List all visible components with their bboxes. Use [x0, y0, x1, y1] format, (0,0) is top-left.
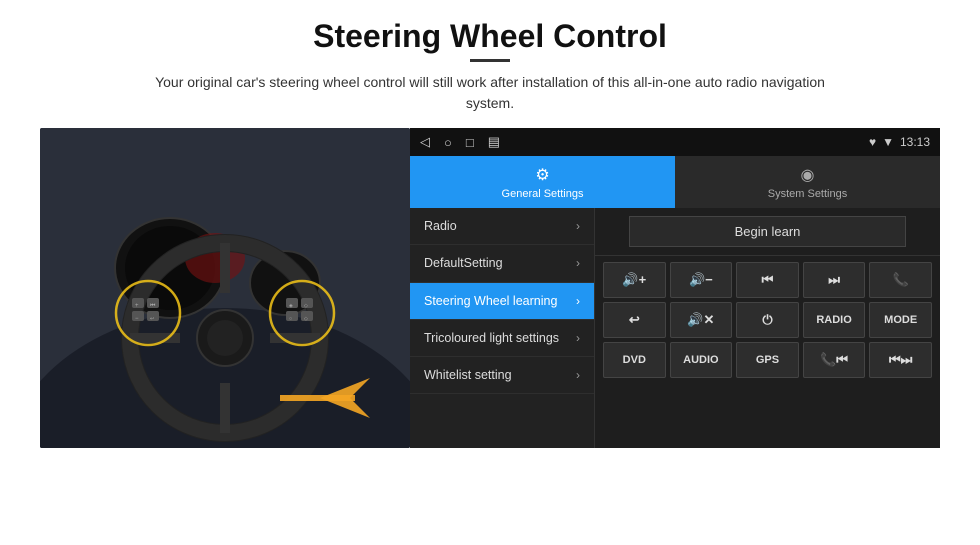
svg-text:↩: ↩ — [150, 316, 154, 322]
right-panel: Begin learn 🔊+ 🔊− ⏮ ⏭ 📞 — [595, 208, 940, 448]
svg-text:◇: ◇ — [304, 303, 308, 309]
chevron-icon-whitelist: › — [576, 368, 580, 382]
menu-nav-icon[interactable]: ▤ — [488, 134, 500, 150]
chevron-icon-tricoloured: › — [576, 331, 580, 345]
wifi-icon: ▼ — [882, 135, 894, 149]
system-settings-icon: ◉ — [801, 165, 815, 185]
menu-radio-label: Radio — [424, 218, 457, 234]
prev-track-button[interactable]: ⏮ — [736, 262, 799, 298]
begin-learn-button[interactable]: Begin learn — [629, 216, 905, 247]
status-right: ♥ ▼ 13:13 — [869, 135, 930, 149]
menu-item-tricoloured[interactable]: Tricoloured light settings › — [410, 320, 594, 357]
control-buttons-grid: 🔊+ 🔊− ⏮ ⏭ 📞 ↩ 🔊✕ ⏻ RADIO MODE — [595, 256, 940, 384]
hangup-button[interactable]: ↩ — [603, 302, 666, 338]
mode-button[interactable]: MODE — [869, 302, 932, 338]
svg-text:○: ○ — [289, 316, 292, 322]
tab-system-settings[interactable]: ◉ System Settings — [675, 156, 940, 208]
begin-learn-row: Begin learn — [595, 208, 940, 256]
tab-general-settings[interactable]: ⚙ General Settings — [410, 156, 675, 208]
phone-prev-button[interactable]: 📞⏮ — [803, 342, 866, 378]
status-time: 13:13 — [900, 135, 930, 149]
home-nav-icon[interactable]: ○ — [444, 135, 452, 150]
svg-text:◈: ◈ — [289, 303, 293, 309]
chevron-icon-radio: › — [576, 219, 580, 233]
svg-text:+: + — [135, 303, 139, 309]
tab-bar: ⚙ General Settings ◉ System Settings — [410, 156, 940, 208]
menu-tricoloured-label: Tricoloured light settings — [424, 330, 559, 346]
svg-text:−: − — [135, 316, 139, 322]
control-row-2: ↩ 🔊✕ ⏻ RADIO MODE — [603, 302, 932, 338]
next-track-button[interactable]: ⏭ — [803, 262, 866, 298]
mute-button[interactable]: 🔊✕ — [670, 302, 733, 338]
settings-area: Radio › DefaultSetting › Steering Wheel … — [410, 208, 940, 448]
phone-button[interactable]: 📞 — [869, 262, 932, 298]
menu-item-steering-wheel[interactable]: Steering Wheel learning › — [410, 283, 594, 320]
general-settings-icon: ⚙ — [535, 165, 549, 185]
chevron-icon-default: › — [576, 256, 580, 270]
svg-text:⏮: ⏮ — [150, 303, 156, 309]
head-unit-display: ◁ ○ □ ▤ ♥ ▼ 13:13 ⚙ General Settings — [410, 128, 940, 448]
steering-wheel-image: + ⏮ − ↩ ◈ ◇ ○ ◇ — [40, 128, 410, 448]
recents-nav-icon[interactable]: □ — [466, 135, 474, 150]
back-nav-icon[interactable]: ◁ — [420, 134, 430, 150]
menu-steering-label: Steering Wheel learning — [424, 293, 557, 309]
menu-item-radio[interactable]: Radio › — [410, 208, 594, 245]
gps-button[interactable]: GPS — [736, 342, 799, 378]
radio-button[interactable]: RADIO — [803, 302, 866, 338]
menu-whitelist-label: Whitelist setting — [424, 367, 512, 383]
control-row-1: 🔊+ 🔊− ⏮ ⏭ 📞 — [603, 262, 932, 298]
page-subtitle: Your original car's steering wheel contr… — [150, 72, 830, 114]
menu-default-label: DefaultSetting — [424, 255, 503, 271]
left-menu: Radio › DefaultSetting › Steering Wheel … — [410, 208, 595, 448]
menu-item-whitelist[interactable]: Whitelist setting › — [410, 357, 594, 394]
location-icon: ♥ — [869, 135, 876, 149]
vol-down-button[interactable]: 🔊− — [670, 262, 733, 298]
chevron-icon-steering: › — [576, 294, 580, 308]
tab-system-label: System Settings — [768, 188, 847, 200]
audio-button[interactable]: AUDIO — [670, 342, 733, 378]
tab-general-label: General Settings — [502, 188, 584, 200]
main-content: + ⏮ − ↩ ◈ ◇ ○ ◇ — [40, 128, 940, 545]
status-bar: ◁ ○ □ ▤ ♥ ▼ 13:13 — [410, 128, 940, 156]
svg-text:◇: ◇ — [304, 316, 308, 322]
prev-next-button[interactable]: ⏮⏭ — [869, 342, 932, 378]
title-divider — [470, 59, 510, 62]
power-button[interactable]: ⏻ — [736, 302, 799, 338]
menu-item-default-setting[interactable]: DefaultSetting › — [410, 245, 594, 282]
control-row-3: DVD AUDIO GPS 📞⏮ ⏮⏭ — [603, 342, 932, 378]
nav-buttons: ◁ ○ □ ▤ — [420, 134, 500, 150]
vol-up-button[interactable]: 🔊+ — [603, 262, 666, 298]
page-title: Steering Wheel Control — [313, 18, 667, 55]
dvd-button[interactable]: DVD — [603, 342, 666, 378]
